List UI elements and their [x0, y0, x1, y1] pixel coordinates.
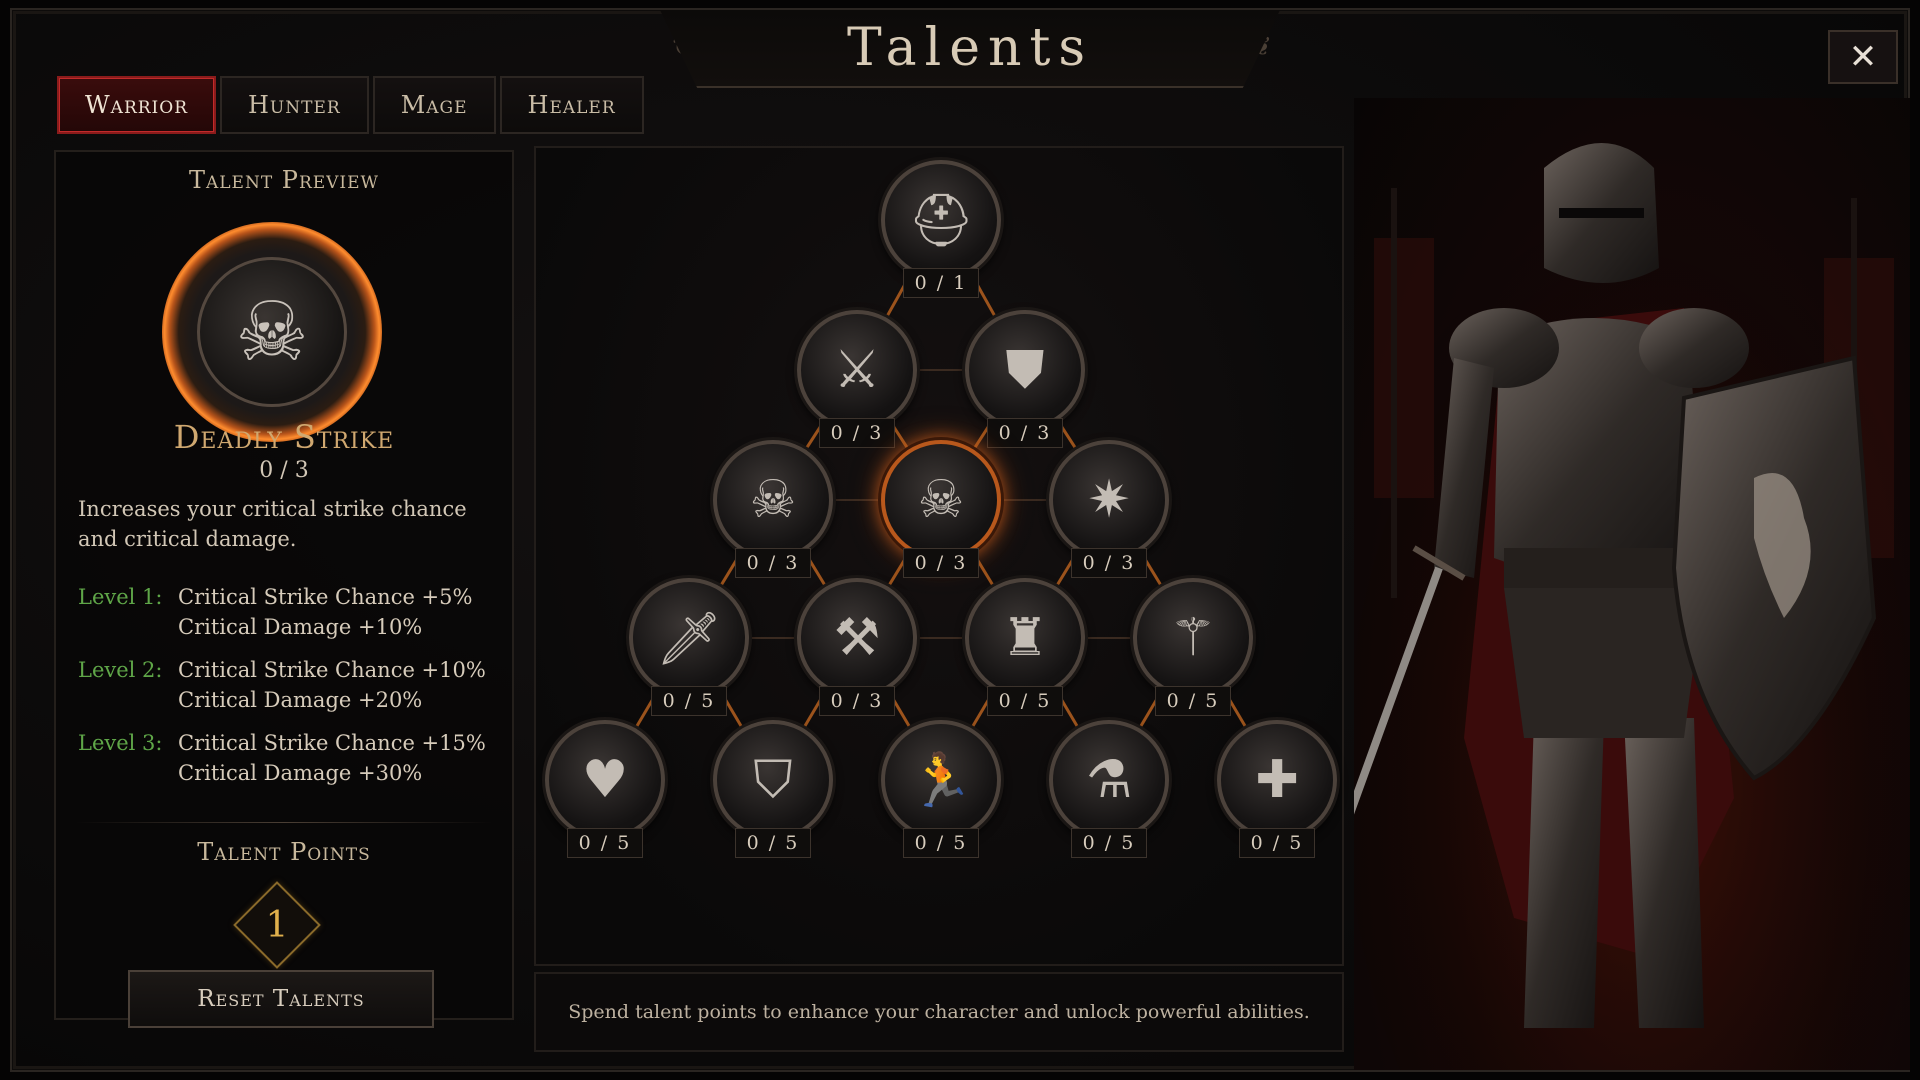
knight-illustration — [1354, 98, 1910, 1070]
talent-node[interactable]: ⚔ — [797, 310, 917, 430]
heart-icon: ♥ — [581, 750, 629, 810]
talent-tree: ⛑ 0 / 1 ⚔ 0 / 3 ⛊ 0 / 3 ☠ 0 / 3 ☠ 0 / 3 ✷ 0 / 3 🗡 0 /… — [534, 146, 1344, 966]
talent-points-heading: Talent Points — [197, 838, 371, 866]
mace-icon: ⚚ — [1169, 608, 1217, 668]
talent-rank: 0 / 5 — [735, 828, 811, 858]
talent-node[interactable]: ✚ — [1217, 720, 1337, 840]
talent-rank: 0 / 3 — [987, 418, 1063, 448]
tab-healer[interactable]: Healer — [499, 76, 644, 134]
cross-icon: ✚ — [1255, 750, 1299, 810]
hint-bar: Spend talent points to enhance your char… — [534, 972, 1344, 1052]
talent-rank: 0 / 1 — [903, 268, 979, 298]
level-effect: Critical Damage +20% — [178, 688, 423, 712]
level-list: Level 1: Critical Strike Chance +5% Crit… — [78, 582, 508, 801]
crossed-swords-icon: ⚔ — [833, 340, 881, 400]
talent-node[interactable]: ⚗ — [1049, 720, 1169, 840]
preview-icon-ring: ☠ — [162, 222, 382, 442]
skull-helm-icon: ☠ — [197, 257, 347, 407]
close-button[interactable]: ✕ — [1828, 30, 1898, 84]
level-effect: Critical Strike Chance +15% — [178, 731, 486, 755]
tab-hunter[interactable]: Hunter — [220, 76, 369, 134]
preview-heading: Talent Preview — [188, 166, 380, 194]
talent-preview-panel: Talent Preview ☠ Deadly Strike 0 / 3 Inc… — [54, 150, 514, 1028]
skull-icon: ☠ — [917, 470, 965, 530]
tab-warrior[interactable]: Warrior — [57, 76, 216, 134]
horned-skull-icon: ☠ — [749, 470, 797, 530]
talent-rank: 0 / 3 — [735, 548, 811, 578]
level-row: Level 1: Critical Strike Chance +5% Crit… — [78, 582, 508, 642]
talent-node[interactable]: 🗡 — [629, 578, 749, 698]
talent-rank: 0 / 5 — [1239, 828, 1315, 858]
talent-node[interactable]: ⛑ — [881, 160, 1001, 280]
level-row: Level 3: Critical Strike Chance +15% Cri… — [78, 728, 508, 788]
potions-icon: ⚗ — [1085, 750, 1133, 810]
tab-mage[interactable]: Mage — [372, 76, 496, 134]
level-effect: Critical Damage +10% — [178, 615, 423, 639]
talent-points-value: 1 — [265, 904, 289, 946]
spartan-helmet-icon: ⛑ — [907, 190, 974, 251]
talent-rank: 0 / 5 — [651, 686, 727, 716]
preview-description: Increases your critical strike chance an… — [78, 497, 467, 551]
talent-node[interactable]: ⚚ — [1133, 578, 1253, 698]
level-effect: Critical Strike Chance +10% — [178, 658, 486, 682]
level-effect: Critical Damage +30% — [178, 761, 423, 785]
level-row: Level 2: Critical Strike Chance +10% Cri… — [78, 655, 508, 715]
talent-rank: 0 / 5 — [987, 686, 1063, 716]
shield-small-icon: ⛉ — [753, 749, 793, 810]
hint-text: Spend talent points to enhance your char… — [568, 1001, 1310, 1023]
level-label: Level 1: — [78, 585, 163, 609]
talent-rank: 0 / 3 — [1071, 548, 1147, 578]
talent-rank: 0 / 5 — [1071, 828, 1147, 858]
talent-node[interactable]: ⛉ — [713, 720, 833, 840]
divider — [76, 822, 492, 823]
level-label: Level 2: — [78, 658, 163, 682]
page-title: Talents — [846, 18, 1094, 78]
reset-talents-button[interactable]: Reset Talents — [128, 970, 434, 1028]
talent-node[interactable]: ☠ — [713, 440, 833, 560]
talent-node[interactable]: ♜ — [965, 578, 1085, 698]
talent-rank: 0 / 3 — [819, 686, 895, 716]
crossed-axes-icon: ⚒ — [833, 608, 881, 668]
talent-rank: 0 / 5 — [903, 828, 979, 858]
preview-talent-rank: 0 / 3 — [259, 458, 309, 483]
talent-node[interactable]: ☠ — [881, 440, 1001, 560]
talent-rank: 0 / 5 — [1155, 686, 1231, 716]
close-icon: ✕ — [1848, 37, 1878, 77]
sword-burst-icon: ✷ — [1087, 470, 1131, 530]
talent-node[interactable]: ⚒ — [797, 578, 917, 698]
talent-rank: 0 / 5 — [567, 828, 643, 858]
talent-node[interactable]: ✷ — [1049, 440, 1169, 560]
level-label: Level 3: — [78, 731, 163, 755]
talents-window: ❦ ❦ Talents ✕ Warrior Hunter Mage Healer… — [10, 8, 1910, 1072]
sword-icon: 🗡 — [655, 608, 722, 669]
running-man-icon: 🏃 — [908, 750, 974, 811]
armor-icon: ♜ — [1001, 608, 1049, 668]
warrior-portrait — [1354, 98, 1910, 1070]
level-effect: Critical Strike Chance +5% — [178, 585, 473, 609]
title-plate: Talents — [660, 10, 1280, 88]
talent-node[interactable]: ⛊ — [965, 310, 1085, 430]
preview-talent-name: Deadly Strike — [173, 418, 395, 456]
class-tabs: Warrior Hunter Mage Healer — [57, 76, 648, 134]
talent-node[interactable]: 🏃 — [881, 720, 1001, 840]
talent-rank: 0 / 3 — [903, 548, 979, 578]
shield-icon: ⛊ — [1005, 339, 1045, 400]
talent-node[interactable]: ♥ — [545, 720, 665, 840]
talent-rank: 0 / 3 — [819, 418, 895, 448]
